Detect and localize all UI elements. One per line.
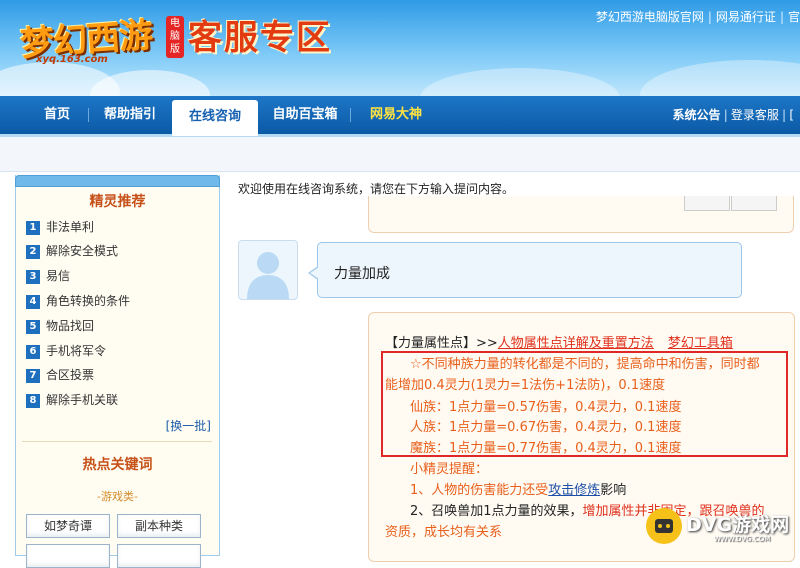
nav-online-consult[interactable]: 在线咨询 <box>172 100 258 136</box>
logo-url: xyq.163.com <box>36 54 108 65</box>
keyword-button[interactable]: 如梦奇谭 <box>26 514 110 538</box>
login-service-link[interactable]: 登录客服 <box>731 108 779 122</box>
nav-home[interactable]: 首页 <box>28 96 86 134</box>
nav-help[interactable]: 帮助指引 <box>94 96 166 134</box>
logo-badge: 电脑版 <box>166 16 184 58</box>
tip-line: 资质，成长均有关系 <box>385 525 503 540</box>
watermark-subtext: WWW.DVG.COM <box>714 535 771 543</box>
recommend-item[interactable]: 3 易信 <box>26 267 70 285</box>
item-number: 8 <box>26 393 40 408</box>
tip-text: 1、人物的伤害能力还受 <box>410 483 549 498</box>
item-label: 合区投票 <box>46 368 95 382</box>
recommend-item[interactable]: 2 解除安全模式 <box>26 242 118 260</box>
item-number: 7 <box>26 368 40 383</box>
attribute-guide-link[interactable]: 人物属性点详解及重置方法 <box>498 336 654 351</box>
answer-action-button[interactable] <box>731 196 777 211</box>
item-number: 6 <box>26 344 40 359</box>
attack-cultivation-link[interactable]: 攻击修炼 <box>548 483 600 498</box>
hot-category-label: -游戏类- <box>97 490 138 503</box>
keyword-button[interactable] <box>26 544 110 568</box>
item-label: 手机将军令 <box>46 344 107 358</box>
recommend-item[interactable]: 5 物品找回 <box>26 317 94 335</box>
recommend-item[interactable]: 4 角色转换的条件 <box>26 292 130 310</box>
recommend-item[interactable]: 6 手机将军令 <box>26 342 106 360</box>
highlight-box <box>381 351 788 457</box>
item-number: 4 <box>26 294 40 309</box>
hot-keywords-title: 热点关键词 <box>82 457 153 473</box>
nav-netease-dashen[interactable]: 网易大神 <box>356 96 436 134</box>
toolbox-link[interactable]: 梦幻工具箱 <box>668 336 733 351</box>
answer-action-button[interactable] <box>684 196 730 211</box>
user-avatar <box>238 240 298 300</box>
item-number: 3 <box>26 269 40 284</box>
site-header: 梦幻西游 电脑版 xyq.163.com 客服专区 梦幻西游电脑版官网 | 网易通行… <box>0 0 800 96</box>
nav-toolbox[interactable]: 自助百宝箱 <box>262 96 348 134</box>
item-number: 5 <box>26 319 40 334</box>
tip-text: 2、召唤兽加1点力量的效果， <box>410 504 583 519</box>
item-label: 解除安全模式 <box>46 244 119 258</box>
user-silhouette-icon <box>247 252 289 299</box>
answer-heading-line: 【力量属性点】>>人物属性点详解及重置方法 梦幻工具箱 <box>385 332 733 351</box>
item-label: 角色转换的条件 <box>46 294 131 308</box>
nav-right: 系统公告 | 登录客服 |[ <box>672 108 795 122</box>
item-label: 易信 <box>46 269 71 283</box>
item-number: 1 <box>26 220 40 235</box>
recommend-item[interactable]: 1 非法单利 <box>26 218 94 236</box>
official-site-link[interactable]: 梦幻西游电脑版官网 <box>596 10 704 24</box>
sidebar-cap <box>15 175 220 187</box>
game-logo[interactable]: 梦幻西游 电脑版 xyq.163.com <box>14 6 184 70</box>
official-link[interactable]: 官 <box>788 10 800 24</box>
nav-divider <box>88 108 89 122</box>
main-nav: 首页 帮助指引 在线咨询 自助百宝箱 网易大神 系统公告 | 登录客服 |[ <box>0 96 800 137</box>
answer-heading: 【力量属性点】>> <box>385 336 498 351</box>
item-label: 非法单利 <box>46 220 95 234</box>
item-number: 2 <box>26 244 40 259</box>
item-label: 物品找回 <box>46 319 95 333</box>
user-question-bubble: 力量加成 <box>317 242 742 298</box>
recommend-title: 精灵推荐 <box>89 194 146 210</box>
sidebar: 精灵推荐 1 非法单利 2 解除安全模式 3 易信 4 角色转换的条件 5 物品找回 6手… <box>15 175 220 568</box>
keyword-button[interactable]: 副本种类 <box>117 514 201 538</box>
watermark-logo-icon <box>646 508 682 544</box>
nav-extra-link[interactable]: [ <box>789 108 794 122</box>
tip-line: 1、人物的伤害能力还受攻击修炼影响 <box>410 479 626 498</box>
sub-bar <box>0 137 800 172</box>
user-question-text: 力量加成 <box>334 266 390 282</box>
recommend-item[interactable]: 7 合区投票 <box>26 366 94 384</box>
sidebar-divider <box>22 441 212 442</box>
system-notice-link[interactable]: 系统公告 <box>673 108 721 122</box>
item-label: 解除手机关联 <box>46 393 119 407</box>
watermark: DVG游戏网 WWW.DVG.COM <box>646 506 796 546</box>
netease-passport-link[interactable]: 网易通行证 <box>716 10 776 24</box>
site-title: 客服专区 <box>188 18 332 58</box>
tip-text: 影响 <box>600 483 627 498</box>
tip-title: 小精灵提醒： <box>410 462 489 477</box>
bubble-tail <box>310 267 319 279</box>
keyword-button[interactable] <box>117 544 201 568</box>
watermark-text: DVG游戏网 <box>686 514 790 536</box>
nav-divider <box>350 108 351 122</box>
refresh-batch-link[interactable]: [换一批] <box>166 417 211 434</box>
top-links: 梦幻西游电脑版官网 | 网易通行证 | 官 <box>595 10 800 24</box>
recommend-item[interactable]: 8 解除手机关联 <box>26 391 118 409</box>
welcome-text: 欢迎使用在线咨询系统，请您在下方输入提问内容。 <box>238 182 515 196</box>
